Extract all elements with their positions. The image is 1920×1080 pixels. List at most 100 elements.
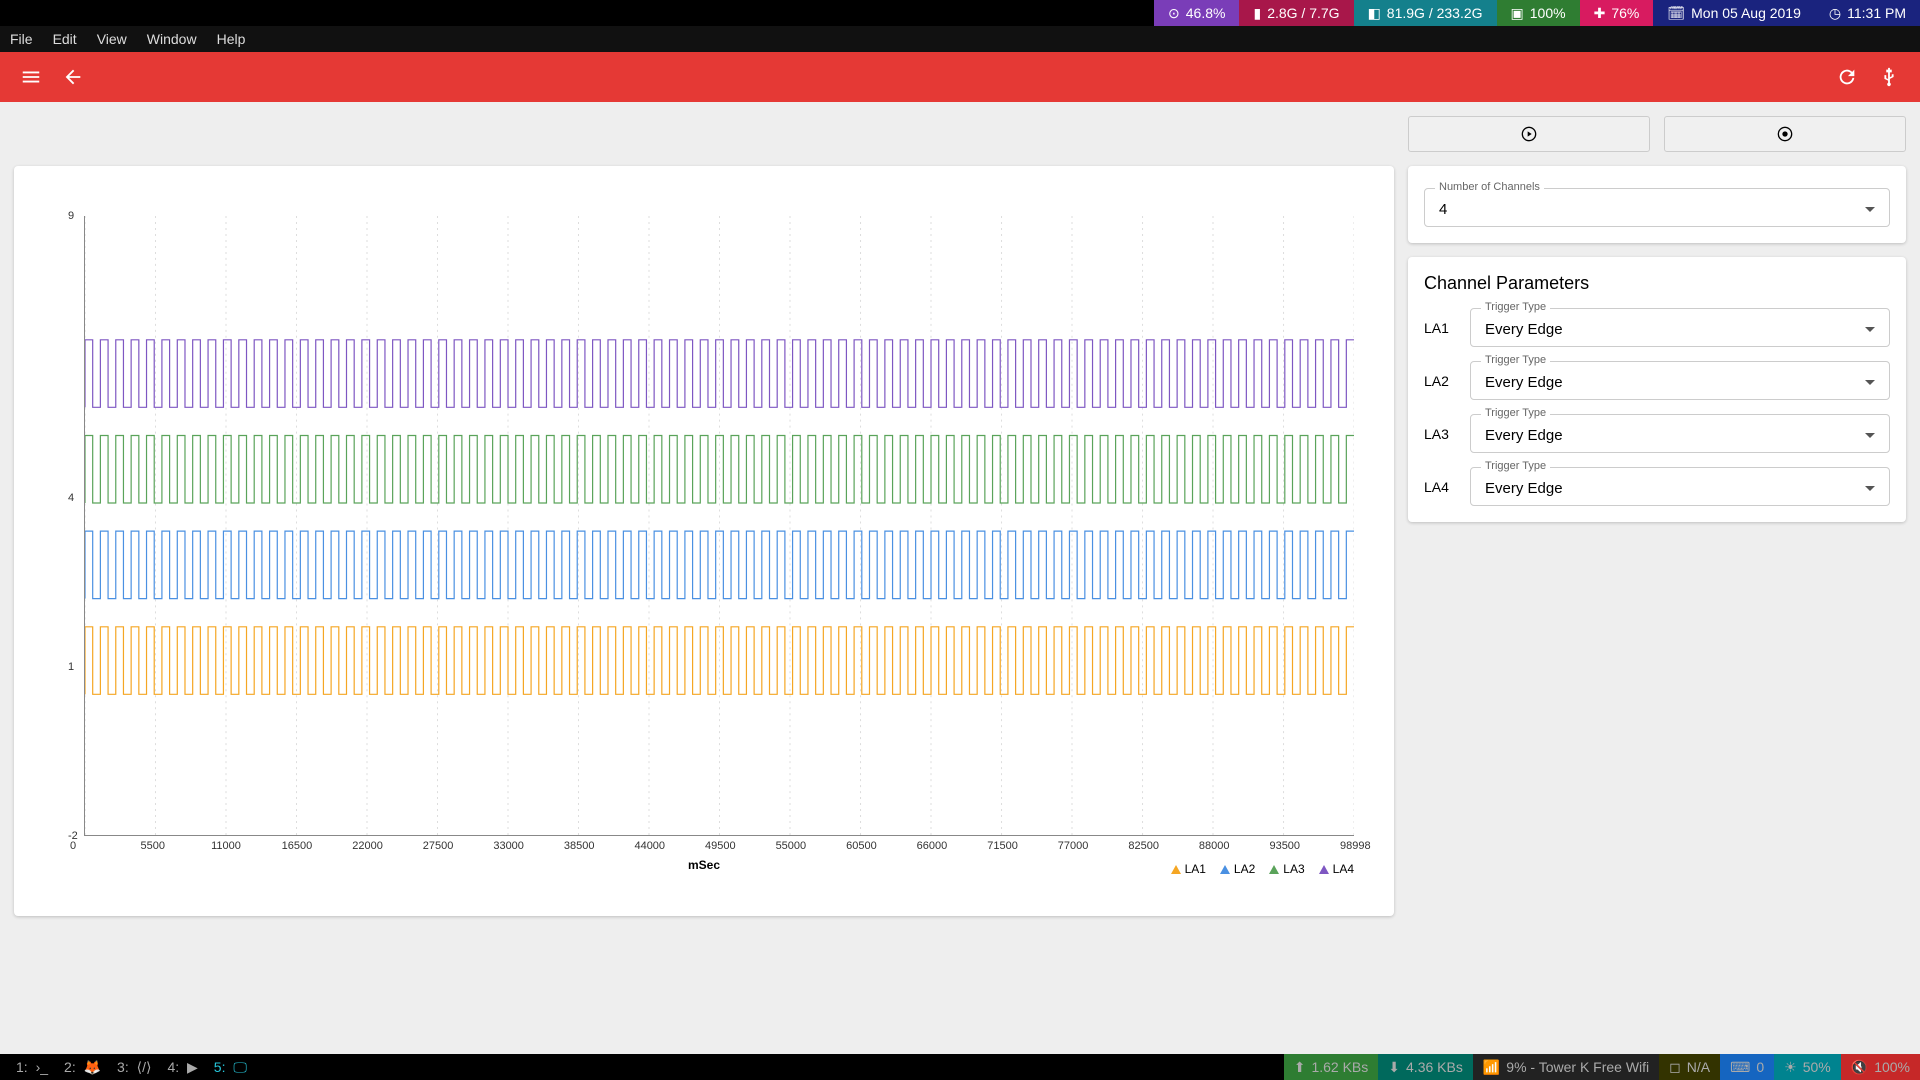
na-segment: ◻ N/A: [1659, 1054, 1720, 1080]
channel-label: LA1: [1424, 320, 1460, 336]
usb-icon[interactable]: [1878, 66, 1900, 88]
time-value: 11:31 PM: [1847, 5, 1906, 21]
num-channels-field[interactable]: Number of Channels 4: [1424, 188, 1890, 227]
hamburger-icon[interactable]: [20, 66, 42, 88]
num-channels-card: Number of Channels 4: [1408, 166, 1906, 243]
chart-svg: [85, 216, 1354, 835]
date-value: Mon 05 Aug 2019: [1691, 5, 1801, 21]
ws-3[interactable]: 3: ⟨/⟩: [109, 1059, 155, 1076]
system-statusbar: ⊙ 46.8% ▮ 2.8G / 7.7G ◧ 81.9G / 233.2G ▣…: [0, 0, 1920, 26]
net-down-segment: ⬇ 4.36 KBs: [1378, 1054, 1473, 1080]
mem-value: 2.8G / 7.7G: [1267, 5, 1339, 21]
time-segment: ◷ 11:31 PM: [1815, 0, 1920, 26]
main-content: mSec LA1LA2LA3LA4 -214905500110001650022…: [0, 102, 1920, 1054]
x-tick-label: 49500: [705, 840, 736, 852]
chevron-down-icon: [1865, 380, 1875, 385]
cpu-segment: ⊙ 46.8%: [1154, 0, 1239, 26]
record-icon: [1777, 126, 1793, 142]
chart-x-axis-label: mSec: [688, 858, 720, 872]
bright-segment: ☀ 50%: [1774, 1054, 1841, 1080]
ws-4[interactable]: 4: ▶: [159, 1059, 201, 1076]
legend-item-la4: LA4: [1319, 862, 1354, 876]
num-channels-value: 4: [1439, 201, 1447, 218]
x-tick-label: 82500: [1128, 840, 1159, 852]
chart-plot-area: [84, 216, 1354, 836]
x-tick-label: 22000: [352, 840, 383, 852]
side-panel: Number of Channels 4 Channel Parameters …: [1408, 116, 1906, 1040]
channel-label: LA2: [1424, 373, 1460, 389]
y-tick-label: 1: [68, 661, 74, 673]
disk-segment: ◧ 81.9G / 233.2G: [1354, 0, 1497, 26]
trigger-type-value: Every Edge: [1485, 427, 1563, 444]
menu-help[interactable]: Help: [207, 31, 256, 47]
channel-label: LA4: [1424, 479, 1460, 495]
trigger-type-field[interactable]: Trigger TypeEvery Edge: [1470, 467, 1890, 506]
channel-label: LA3: [1424, 426, 1460, 442]
zero-segment: ⌨ 0: [1720, 1054, 1774, 1080]
trigger-type-label: Trigger Type: [1481, 354, 1550, 366]
x-tick-label: 98998: [1340, 840, 1371, 852]
x-tick-label: 11000: [211, 840, 241, 852]
trigger-type-label: Trigger Type: [1481, 407, 1550, 419]
chart-card: mSec LA1LA2LA3LA4 -214905500110001650022…: [14, 166, 1394, 916]
x-tick-label: 27500: [423, 840, 454, 852]
legend-item-la1: LA1: [1171, 862, 1206, 876]
channel-parameters-card: Channel Parameters LA1Trigger TypeEvery …: [1408, 257, 1906, 522]
menu-edit[interactable]: Edit: [43, 31, 87, 47]
bottom-statusbar: 1: ›_ 2: 🦊 3: ⟨/⟩ 4: ▶ 5: 🖵 ⬆ 1.62 KBs ⬇…: [0, 1054, 1920, 1080]
trigger-type-label: Trigger Type: [1481, 460, 1550, 472]
x-tick-label: 33000: [493, 840, 524, 852]
num-channels-label: Number of Channels: [1435, 181, 1544, 193]
trigger-type-field[interactable]: Trigger TypeEvery Edge: [1470, 308, 1890, 347]
refresh-icon[interactable]: [1836, 66, 1858, 88]
x-tick-label: 88000: [1199, 840, 1230, 852]
x-tick-label: 77000: [1058, 840, 1089, 852]
play-icon: [1521, 126, 1537, 142]
channel-row-la2: LA2 Trigger TypeEvery Edge: [1424, 361, 1890, 400]
trigger-type-value: Every Edge: [1485, 321, 1563, 338]
channel-parameters-title: Channel Parameters: [1424, 273, 1890, 294]
chevron-down-icon: [1865, 486, 1875, 491]
trigger-type-field[interactable]: Trigger TypeEvery Edge: [1470, 414, 1890, 453]
legend-item-la3: LA3: [1269, 862, 1304, 876]
cpu-value: 46.8%: [1186, 5, 1226, 21]
plus-value: 76%: [1611, 5, 1639, 21]
legend-item-la2: LA2: [1220, 862, 1255, 876]
chart-legend: LA1 LA2 LA3 LA4: [1171, 862, 1354, 876]
x-tick-label: 5500: [141, 840, 165, 852]
x-tick-label: 44000: [634, 840, 665, 852]
ws-2[interactable]: 2: 🦊: [56, 1059, 105, 1076]
app-toolbar: [0, 52, 1920, 102]
plus-segment: ✚ 76%: [1580, 0, 1654, 26]
ws-5[interactable]: 5: 🖵: [206, 1059, 251, 1076]
wifi-segment: 📶 9% - Tower K Free Wifi: [1473, 1054, 1659, 1080]
menu-view[interactable]: View: [87, 31, 137, 47]
record-button[interactable]: [1664, 116, 1906, 152]
ws-1[interactable]: 1: ›_: [8, 1059, 52, 1075]
x-tick-label: 60500: [846, 840, 877, 852]
net-up-segment: ⬆ 1.62 KBs: [1284, 1054, 1379, 1080]
menu-file[interactable]: File: [0, 31, 43, 47]
channel-row-la3: LA3 Trigger TypeEvery Edge: [1424, 414, 1890, 453]
x-tick-label: 16500: [282, 840, 313, 852]
vol-segment: 🔇 100%: [1841, 1054, 1920, 1080]
x-tick-label: 38500: [564, 840, 595, 852]
mem-segment: ▮ 2.8G / 7.7G: [1239, 0, 1353, 26]
trigger-type-field[interactable]: Trigger TypeEvery Edge: [1470, 361, 1890, 400]
trigger-type-value: Every Edge: [1485, 374, 1563, 391]
x-tick-label: 55000: [776, 840, 807, 852]
channel-row-la1: LA1 Trigger TypeEvery Edge: [1424, 308, 1890, 347]
x-tick-label: 66000: [917, 840, 948, 852]
chevron-down-icon: [1865, 207, 1875, 212]
battery-value: 100%: [1530, 5, 1566, 21]
chevron-down-icon: [1865, 433, 1875, 438]
play-button[interactable]: [1408, 116, 1650, 152]
x-tick-label: 0: [70, 840, 76, 852]
disk-value: 81.9G / 233.2G: [1387, 5, 1483, 21]
back-arrow-icon[interactable]: [62, 66, 84, 88]
date-segment: 🗓 Mon 05 Aug 2019: [1653, 0, 1815, 26]
workspace-list: 1: ›_ 2: 🦊 3: ⟨/⟩ 4: ▶ 5: 🖵: [0, 1059, 251, 1076]
menu-window[interactable]: Window: [137, 31, 207, 47]
channel-row-la4: LA4 Trigger TypeEvery Edge: [1424, 467, 1890, 506]
x-tick-label: 71500: [987, 840, 1018, 852]
